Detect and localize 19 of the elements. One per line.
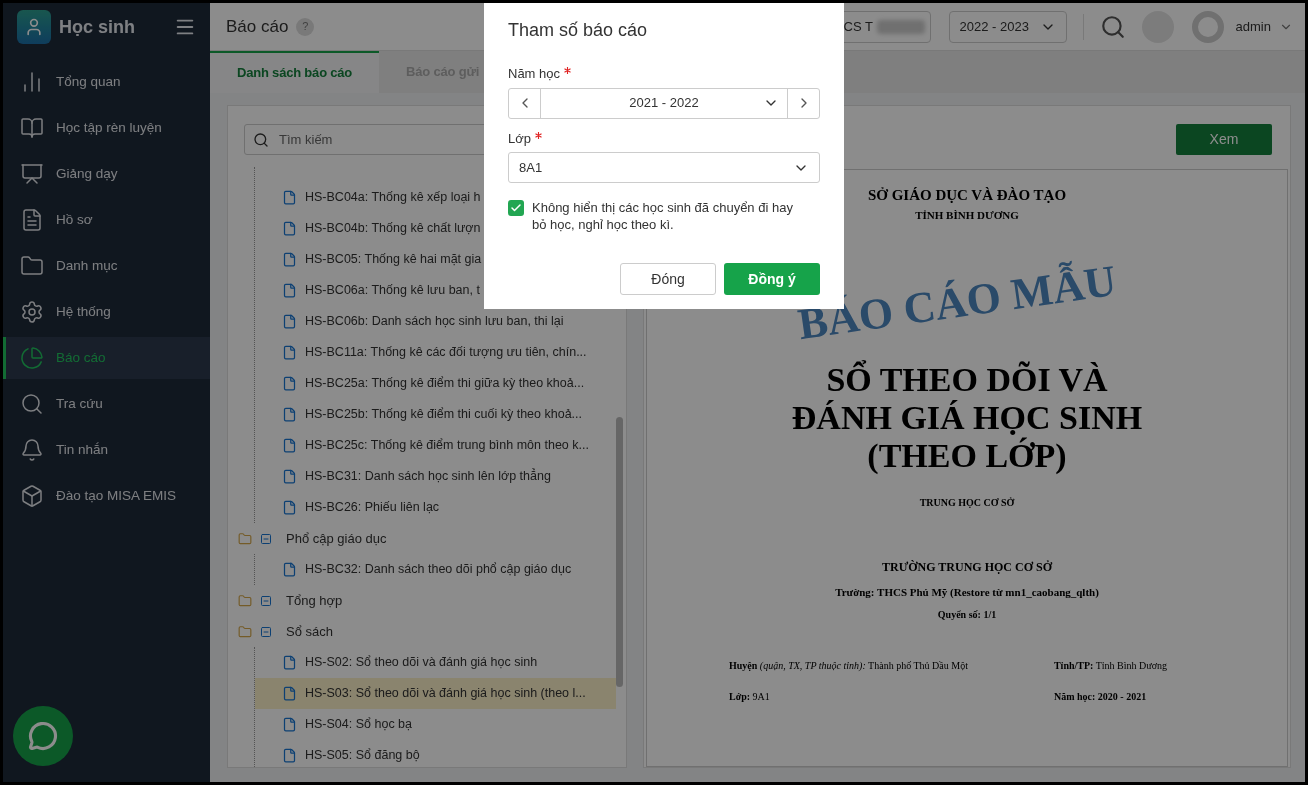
report-title: (THEO LỚP) (867, 437, 1067, 475)
page-title: Báo cáo (226, 15, 289, 38)
school-level: TRUNG HỌC CƠ SỞ (919, 496, 1015, 510)
checkbox-label: Không hiển thị các học sinh đã chuyển đi hay bỏ học, nghỉ học theo kì. (532, 199, 794, 233)
report-field: Huyện (quận, TX, TP thuộc tỉnh): Thành phố Thủ Dầu Một (729, 657, 994, 673)
report-title: ĐÁNH GIÁ HỌC SINH (791, 399, 1143, 437)
department-name: SỞ GIÁO DỤC VÀ ĐÀO TẠO (867, 186, 1067, 205)
volume-number: Quyển số: 1/1 (937, 607, 997, 622)
app-name: Học sinh (59, 15, 135, 39)
field-label: Lớp (508, 129, 531, 148)
report-field: Tỉnh/TP: Tỉnh Bình Dương (1053, 657, 1167, 673)
report-field: Lớp: 9A1 (729, 688, 994, 704)
report-title: SỔ THEO DÕI VÀ (826, 361, 1108, 399)
dialog-title: Tham số báo cáo (508, 19, 648, 42)
province-name: TỈNH BÌNH DƯƠNG (915, 207, 1019, 223)
report-field: Năm học: 2020 - 2021 (1053, 688, 1167, 704)
field-label: Năm học (508, 65, 561, 83)
school-type: TRƯỜNG TRUNG HỌC CƠ SỞ (882, 559, 1052, 576)
school-name: Trường: THCS Phú Mỹ (Restore từ mn1_caobang_qlth) (835, 585, 1099, 600)
